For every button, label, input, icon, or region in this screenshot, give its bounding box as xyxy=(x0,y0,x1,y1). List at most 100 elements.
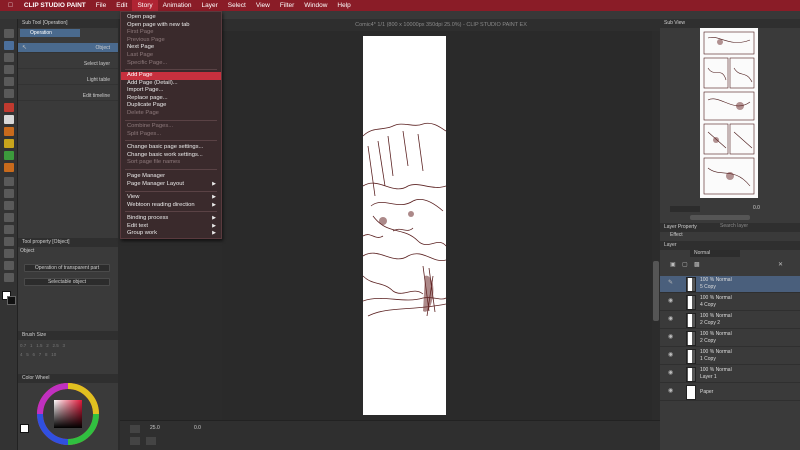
menu-item-specific-page[interactable]: Specific Page... xyxy=(121,60,221,68)
webtoon-page[interactable] xyxy=(362,36,447,415)
new-folder-icon[interactable]: ▢ xyxy=(682,261,688,268)
menu-item-group-work[interactable]: Group work ▶ xyxy=(121,230,221,238)
operation-tab[interactable]: Operation xyxy=(20,29,80,37)
menu-story[interactable]: Story xyxy=(132,0,158,11)
menu-animation[interactable]: Animation xyxy=(158,0,197,11)
visibility-eye-icon[interactable]: ◉ xyxy=(668,352,674,358)
menu-edit[interactable]: Edit xyxy=(111,0,132,11)
eraser-tool-icon[interactable] xyxy=(4,163,14,172)
visibility-eye-icon[interactable]: ◉ xyxy=(668,316,674,322)
menu-item-next-page[interactable]: Next Page xyxy=(121,44,221,52)
delete-layer-icon[interactable]: ✕ xyxy=(778,261,783,268)
move-tool-icon[interactable] xyxy=(4,53,14,62)
scrollbar-thumb[interactable] xyxy=(653,261,659,321)
menu-item-change-page-settings[interactable]: Change basic page settings... xyxy=(121,144,221,152)
sub-color-swatch[interactable] xyxy=(7,296,16,305)
gradient-tool-icon[interactable] xyxy=(4,201,14,210)
zoom-tool-icon[interactable] xyxy=(4,29,14,38)
blend-tool-icon[interactable] xyxy=(4,177,14,186)
lasso-tool-icon[interactable] xyxy=(4,77,14,86)
pen-tool-icon[interactable] xyxy=(4,103,14,112)
subtool-object[interactable]: ↖ Object xyxy=(18,43,118,53)
operation-tool-icon[interactable] xyxy=(4,41,14,50)
figure-tool-icon[interactable] xyxy=(4,213,14,222)
airbrush-tool-icon[interactable] xyxy=(4,139,14,148)
balloon-tool-icon[interactable] xyxy=(4,261,14,270)
layer-row-paper[interactable]: ◉ Paper xyxy=(660,384,800,401)
blend-mode-select[interactable]: Normal xyxy=(690,250,740,257)
menu-help[interactable]: Help xyxy=(332,0,355,11)
brush-size-presets[interactable]: 0.7 1 1.5 2 2.5 3 4 5 6 7 8 10 xyxy=(20,341,116,371)
page-view-icon[interactable] xyxy=(130,437,140,445)
menu-item-open-page-new-tab[interactable]: Open page with new tab xyxy=(121,22,221,30)
menu-item-page-manager-layout[interactable]: Page Manager Layout ▶ xyxy=(121,181,221,189)
frame-tool-icon[interactable] xyxy=(4,225,14,234)
canvas-scrollbar[interactable] xyxy=(652,31,660,420)
subview-thumbnail[interactable] xyxy=(700,28,758,198)
navigator-icon[interactable] xyxy=(130,425,140,433)
menu-item-binding-process[interactable]: Binding process ▶ xyxy=(121,215,221,223)
menu-item-split-pages[interactable]: Split Pages... xyxy=(121,131,221,139)
menu-item-first-page[interactable]: First Page xyxy=(121,29,221,37)
layer-row[interactable]: ◉ 100 % Normal 2 Copy 2 xyxy=(660,312,800,329)
selection-tool-icon[interactable] xyxy=(4,65,14,74)
subview-zoom-slider[interactable] xyxy=(670,206,700,212)
subtool-light-table[interactable]: Light table xyxy=(18,75,118,85)
menu-window[interactable]: Window xyxy=(299,0,332,11)
menu-item-page-manager[interactable]: Page Manager xyxy=(121,173,221,181)
menu-item-import-page[interactable]: Import Page... xyxy=(121,87,221,95)
menu-item-view[interactable]: View ▶ xyxy=(121,194,221,202)
subtool-select-layer[interactable]: Select layer xyxy=(18,59,118,69)
layer-row[interactable]: ◉ 100 % Normal 4 Copy xyxy=(660,294,800,311)
menu-file[interactable]: File xyxy=(91,0,111,11)
search-layer-tab[interactable]: Search layer xyxy=(720,223,748,229)
menu-layer[interactable]: Layer xyxy=(197,0,223,11)
menu-view[interactable]: View xyxy=(251,0,275,11)
text-tool-icon[interactable] xyxy=(4,249,14,258)
color-wheel[interactable] xyxy=(36,382,100,446)
page-list-icon[interactable] xyxy=(146,437,156,445)
angle-readout[interactable]: 0.0 xyxy=(194,425,201,431)
menu-item-add-page-detail[interactable]: Add Page (Detail)... xyxy=(121,80,221,88)
visibility-eye-icon[interactable]: ◉ xyxy=(668,334,674,340)
menu-item-replace-page[interactable]: Replace page... xyxy=(121,95,221,103)
subview-rotate-slider[interactable] xyxy=(690,215,750,220)
menu-item-add-page[interactable]: Add Page xyxy=(121,72,221,80)
decoration-tool-icon[interactable] xyxy=(4,151,14,160)
menu-item-open-page[interactable]: Open page xyxy=(121,14,221,22)
eyedropper-tool-icon[interactable] xyxy=(4,89,14,98)
visibility-eye-icon[interactable]: ◉ xyxy=(668,298,674,304)
apple-icon[interactable]:  xyxy=(0,0,19,11)
menu-item-duplicate-page[interactable]: Duplicate Page xyxy=(121,102,221,110)
visibility-eye-icon[interactable]: ◉ xyxy=(668,388,674,394)
zoom-readout[interactable]: 25.0 xyxy=(150,425,160,431)
ruler-tool-icon[interactable] xyxy=(4,237,14,246)
mask-icon[interactable]: ▩ xyxy=(694,261,700,268)
fill-tool-icon[interactable] xyxy=(4,189,14,198)
layer-row[interactable]: ◉ 100 % Normal 2 Copy xyxy=(660,330,800,347)
menu-item-webtoon-reading-direction[interactable]: Webtoon reading direction ▶ xyxy=(121,202,221,210)
menu-app-name[interactable]: CLIP STUDIO PAINT xyxy=(19,0,91,11)
brush-tool-icon[interactable] xyxy=(4,127,14,136)
layer-row[interactable]: ◉ 100 % Normal Layer 1 xyxy=(660,366,800,383)
menu-item-edit-text[interactable]: Edit text ▶ xyxy=(121,223,221,231)
layer-row[interactable]: ◉ 100 % Normal 1 Copy xyxy=(660,348,800,365)
menu-item-delete-page[interactable]: Delete Page xyxy=(121,110,221,118)
menu-item-sort-page-file-names[interactable]: Sort page file names xyxy=(121,159,221,167)
correct-line-tool-icon[interactable] xyxy=(4,273,14,282)
new-layer-icon[interactable]: ▣ xyxy=(670,261,676,268)
layer-row[interactable]: ✎ 100 % Normal 5 Copy xyxy=(660,276,800,293)
menu-item-change-work-settings[interactable]: Change basic work settings... xyxy=(121,152,221,160)
menu-item-last-page[interactable]: Last Page xyxy=(121,52,221,60)
selectable-object-dropdown[interactable]: Selectable object xyxy=(24,278,110,286)
transparent-part-dropdown[interactable]: Operation of transparent part xyxy=(24,264,110,272)
subtool-edit-timeline[interactable]: Edit timeline xyxy=(18,91,118,101)
menu-filter[interactable]: Filter xyxy=(275,0,299,11)
menu-select[interactable]: Select xyxy=(223,0,251,11)
color-wheel-main-swatch[interactable] xyxy=(20,424,29,433)
menu-item-combine-pages[interactable]: Combine Pages... xyxy=(121,123,221,131)
visibility-eye-icon[interactable]: ◉ xyxy=(668,370,674,376)
canvas-area[interactable] xyxy=(222,31,660,420)
menu-item-previous-page[interactable]: Previous Page xyxy=(121,37,221,45)
pencil-tool-icon[interactable] xyxy=(4,115,14,124)
